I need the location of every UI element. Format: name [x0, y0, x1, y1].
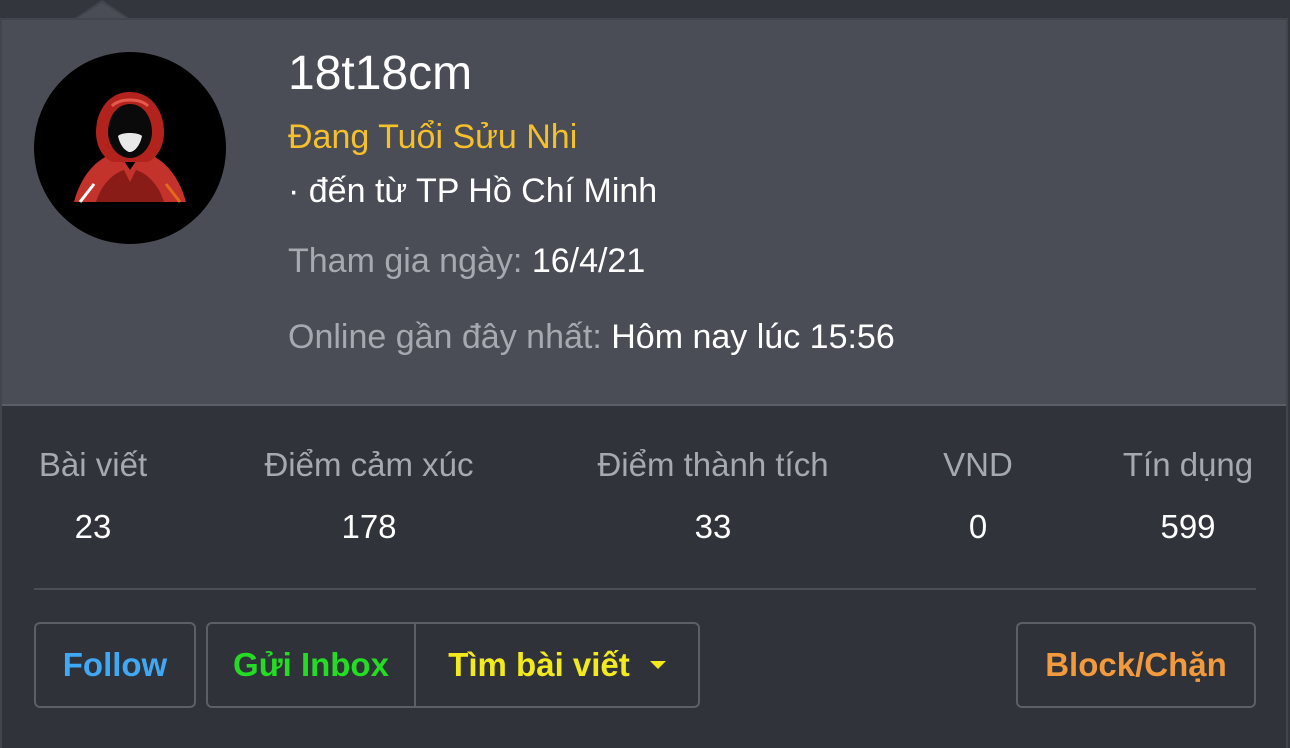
follow-button[interactable]: Follow	[34, 622, 196, 708]
user-title: Đang Tuổi Sửu Nhi	[288, 118, 578, 156]
member-header: 18t18cm Đang Tuổi Sửu Nhi · đến từ TP Hồ…	[2, 20, 1286, 406]
send-inbox-button[interactable]: Gửi Inbox	[208, 624, 416, 706]
member-stats: Bài viết 23 Điểm cảm xúc 178 Điểm thành …	[2, 406, 1286, 586]
last-seen-row: Online gần đây nhất: Hôm nay lúc 15:56	[288, 318, 895, 357]
message-action-group: Gửi Inbox Tìm bài viết	[206, 622, 700, 708]
find-posts-button[interactable]: Tìm bài viết	[416, 624, 698, 706]
stats-divider	[34, 588, 1256, 590]
stat-label-posts: Bài viết	[38, 446, 148, 483]
joined-value: 16/4/21	[531, 242, 646, 280]
stat-value-trophies[interactable]: 33	[695, 508, 732, 546]
hooded-figure-icon	[74, 92, 186, 203]
last-seen-value: Hôm nay lúc 15:56	[611, 318, 895, 356]
last-seen-label: Online gần đây nhất:	[288, 318, 602, 356]
stat-label-credits: Tín dụng	[1122, 446, 1254, 483]
avatar[interactable]	[34, 52, 226, 244]
username[interactable]: 18t18cm	[288, 46, 472, 101]
find-posts-label: Tìm bài viết	[448, 646, 630, 683]
user-location: · đến từ TP Hồ Chí Minh	[288, 172, 658, 210]
stat-value-reactions: 178	[341, 508, 397, 545]
stat-value-vnd: 0	[968, 508, 988, 545]
stat-label-reactions: Điểm cảm xúc	[264, 446, 474, 483]
stat-label-vnd: VND	[943, 446, 1013, 483]
caret-down-icon	[649, 661, 666, 669]
stat-label-trophies: Điểm thành tích	[597, 446, 829, 483]
joined-label: Tham gia ngày:	[288, 242, 523, 280]
member-tooltip-card: 18t18cm Đang Tuổi Sửu Nhi · đến từ TP Hồ…	[0, 18, 1288, 748]
stat-value-posts[interactable]: 23	[75, 508, 112, 546]
joined-row: Tham gia ngày: 16/4/21	[288, 242, 645, 281]
block-button[interactable]: Block/Chặn	[1016, 622, 1256, 708]
stat-value-credits: 599	[1160, 508, 1216, 545]
